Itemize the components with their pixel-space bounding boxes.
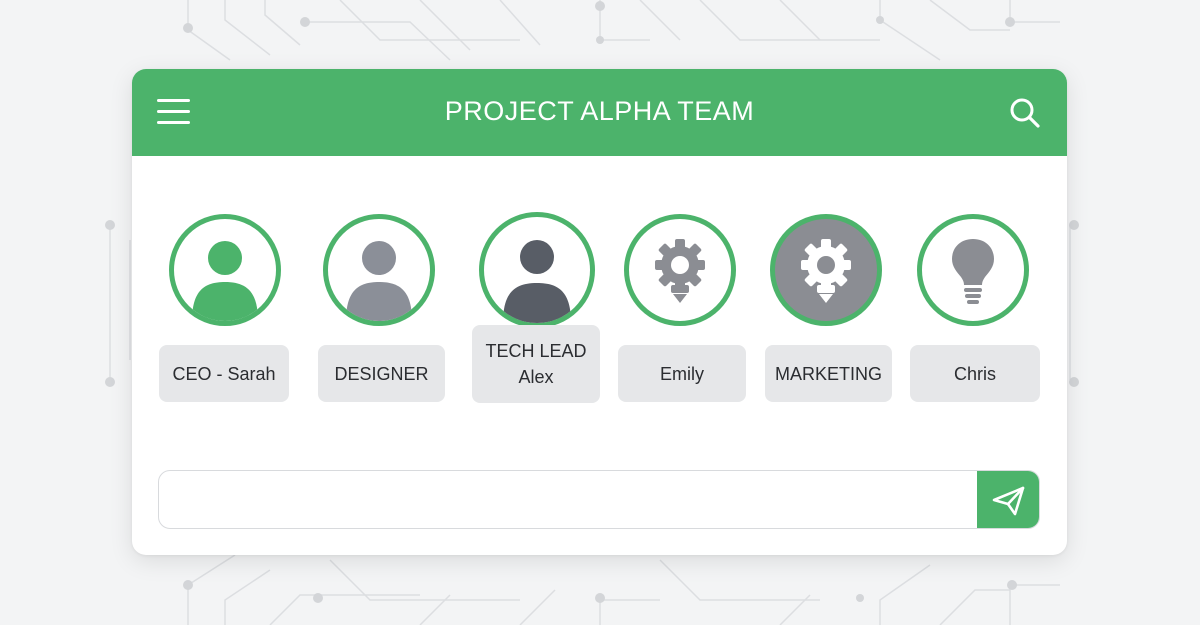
label-line-role: TECH LEAD	[485, 341, 587, 361]
avatar-chris[interactable]	[917, 214, 1029, 326]
member-label-chris[interactable]: Chris	[910, 345, 1040, 402]
send-paper-plane-icon	[992, 486, 1025, 516]
avatar-ceo-sarah[interactable]	[169, 214, 281, 326]
team-card: PROJECT ALPHA TEAM CEO - Sarah DESIGNER	[132, 69, 1067, 555]
message-bar	[158, 470, 1040, 529]
gear-bulb-icon	[655, 239, 705, 303]
gear-bulb-icon	[801, 239, 851, 303]
member-label-marketing[interactable]: MARKETING	[765, 345, 892, 402]
person-icon	[192, 241, 258, 321]
member-label-designer[interactable]: DESIGNER	[318, 345, 445, 402]
message-input[interactable]	[159, 471, 975, 527]
lightbulb-icon	[952, 239, 994, 304]
member-label-ceo-sarah[interactable]: CEO - Sarah	[159, 345, 289, 402]
member-label-tech-lead-alex[interactable]: TECH LEAD Alex	[472, 325, 600, 403]
avatar-emily[interactable]	[624, 214, 736, 326]
person-icon	[346, 241, 412, 321]
member-label-emily[interactable]: Emily	[618, 345, 746, 402]
label-line-name: Alex	[518, 367, 554, 387]
person-icon	[503, 240, 571, 323]
avatar-designer[interactable]	[323, 214, 435, 326]
avatar-marketing[interactable]	[770, 214, 882, 326]
avatar-tech-lead-alex[interactable]	[479, 212, 595, 328]
send-button[interactable]	[977, 471, 1039, 528]
